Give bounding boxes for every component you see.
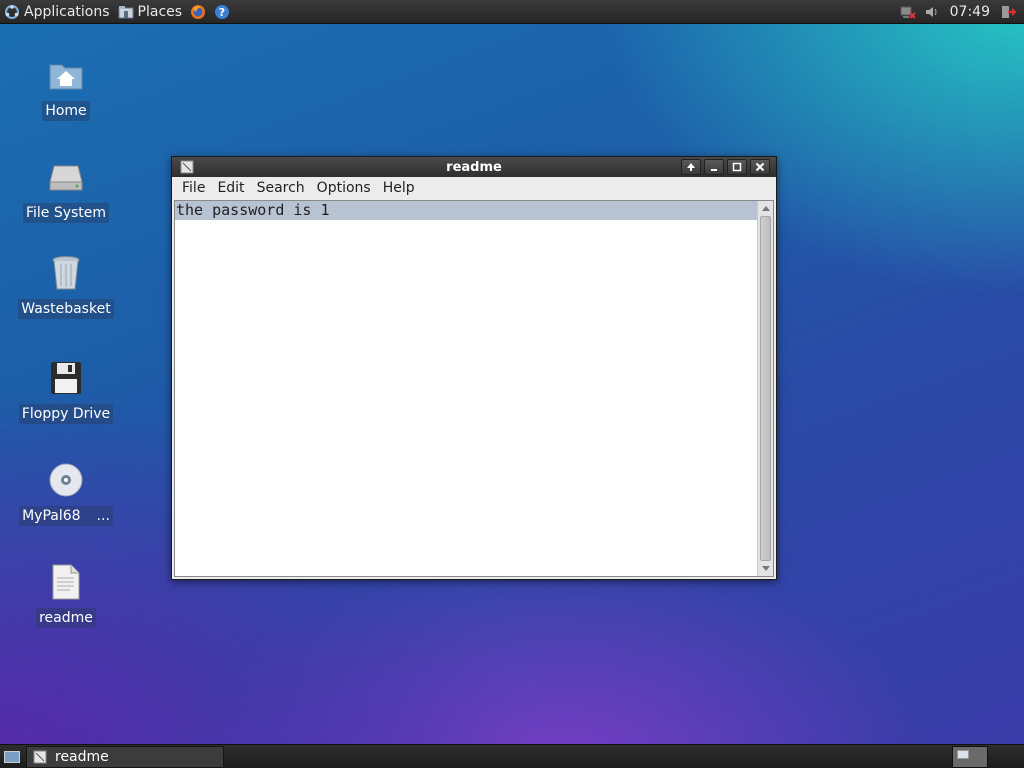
taskbar-item-readme[interactable]: readme <box>26 745 224 768</box>
menu-file-label: File <box>182 180 206 196</box>
menu-help-label: Help <box>382 180 415 196</box>
floppy-icon <box>46 358 86 398</box>
scroll-up-icon <box>761 206 770 211</box>
help-icon: ? <box>214 4 230 20</box>
home-folder-icon <box>46 55 86 95</box>
desktop-icon-mypal68[interactable]: MyPal68 ... <box>18 460 114 526</box>
desktop-icon-file-system[interactable]: File System <box>18 157 114 223</box>
text-line <box>175 220 757 239</box>
menubar: File Edit Search Options Help <box>172 177 776 199</box>
maximize-button[interactable] <box>727 159 747 175</box>
logout-icon[interactable] <box>1000 4 1016 20</box>
trash-icon <box>46 253 86 293</box>
workspace-switcher[interactable] <box>952 745 988 768</box>
scroll-down-button[interactable] <box>758 562 773 576</box>
text-editor-icon <box>33 750 47 763</box>
minimize-button[interactable] <box>704 159 724 175</box>
menu-edit-label: Edit <box>217 180 245 196</box>
shade-button[interactable] <box>681 159 701 175</box>
show-desktop-button[interactable] <box>0 745 24 768</box>
desktop-icon-readme[interactable]: readme <box>18 562 114 628</box>
desktop-icon-label: Wastebasket <box>18 299 114 319</box>
menu-help[interactable]: Help <box>377 180 421 196</box>
applications-menu[interactable]: Applications <box>0 0 114 24</box>
editor-window: readme File Edit Search Options Help the… <box>171 156 777 580</box>
desktop-icon-home[interactable]: Home <box>18 55 114 121</box>
menu-search[interactable]: Search <box>251 180 311 196</box>
system-tray: 07:49 <box>896 0 1024 24</box>
applications-label: Applications <box>24 3 110 20</box>
window-titlebar[interactable]: readme <box>172 157 776 177</box>
desktop-icon-label: Home <box>42 101 90 121</box>
desktop-icon-label: File System <box>22 203 110 223</box>
desktop-icon-floppy-drive[interactable]: Floppy Drive <box>18 358 114 424</box>
app-menu-icon <box>4 4 20 20</box>
text-editor[interactable]: the password is 1 <box>174 200 774 577</box>
menu-options[interactable]: Options <box>311 180 377 196</box>
desktop-icon-label: MyPal68 ... <box>19 506 113 526</box>
menu-search-label: Search <box>256 180 305 196</box>
arrow-up-icon <box>687 163 695 171</box>
places-icon <box>118 4 134 20</box>
desktop-icon-label: Floppy Drive <box>18 404 114 424</box>
volume-icon[interactable] <box>924 4 940 20</box>
help-launcher[interactable]: ? <box>210 0 234 24</box>
text-content[interactable]: the password is 1 <box>175 201 757 576</box>
menu-file[interactable]: File <box>176 180 211 196</box>
optical-disc-icon <box>46 460 86 500</box>
text-line: the password is 1 <box>175 201 757 220</box>
workspace-window-preview <box>957 749 969 759</box>
taskbar-item-label: readme <box>55 748 109 765</box>
bottom-panel: readme <box>0 744 1024 768</box>
minimize-icon <box>711 169 717 171</box>
menu-edit[interactable]: Edit <box>211 180 250 196</box>
close-icon <box>755 162 765 172</box>
menu-options-label: Options <box>316 180 371 196</box>
show-desktop-icon <box>4 750 20 763</box>
maximize-icon <box>732 162 742 172</box>
window-menu-icon[interactable] <box>180 160 194 174</box>
desktop-icon-wastebasket[interactable]: Wastebasket <box>18 253 114 319</box>
firefox-icon <box>190 4 206 20</box>
scroll-thumb[interactable] <box>760 216 771 561</box>
places-menu[interactable]: Places <box>114 0 187 24</box>
clock[interactable]: 07:49 <box>950 4 990 20</box>
hard-drive-icon <box>46 157 86 197</box>
firefox-launcher[interactable] <box>186 0 210 24</box>
svg-text:?: ? <box>219 6 225 19</box>
vertical-scrollbar[interactable] <box>757 201 773 576</box>
scroll-down-icon <box>761 566 770 571</box>
scroll-up-button[interactable] <box>758 201 773 215</box>
top-panel: Applications Places ? 07:49 <box>0 0 1024 24</box>
text-file-icon <box>46 562 86 602</box>
places-label: Places <box>137 3 183 20</box>
desktop-icon-label: readme <box>36 608 96 628</box>
close-button[interactable] <box>750 159 770 175</box>
network-icon[interactable] <box>900 4 916 20</box>
